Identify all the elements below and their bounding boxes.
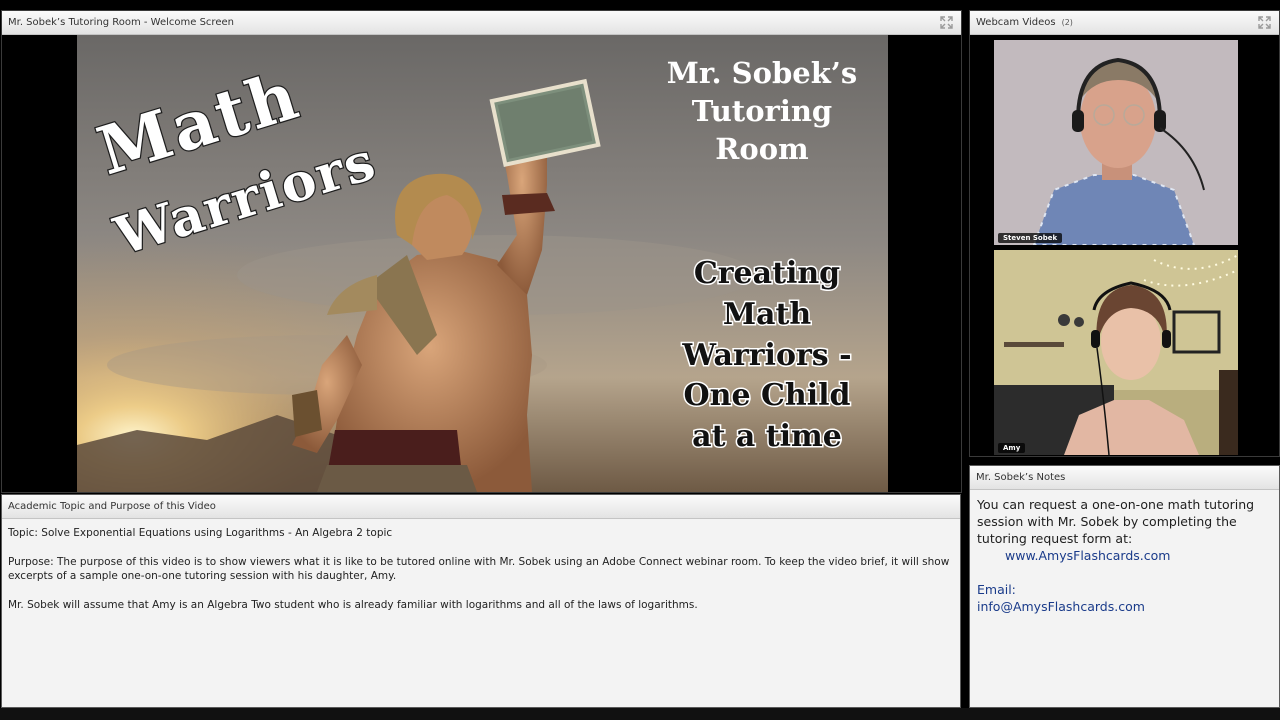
notes-pod-title: Mr. Sobek’s Notes (976, 472, 1066, 483)
topic-text: Topic: Solve Exponential Equations using… (8, 527, 393, 539)
tagline-line-2: Math (723, 297, 812, 332)
notes-intro-text: You can request a one-on-one math tutori… (977, 497, 1255, 546)
webcam-name-amy: Amy (998, 443, 1026, 453)
share-content-area: Math Warriors Mr. Sobek’s Tutoring Room … (2, 35, 961, 492)
topic-notes-pod: Academic Topic and Purpose of this Video… (1, 494, 961, 708)
assumption-text: Mr. Sobek will assume that Amy is an Alg… (8, 599, 698, 611)
fullscreen-icon[interactable] (1258, 16, 1271, 29)
webcam-feed-steven[interactable]: Steven Sobek (994, 40, 1238, 245)
room-title-line-1: Mr. Sobek’s (667, 56, 857, 90)
room-title-line-3: Room (715, 132, 809, 166)
share-pod: Mr. Sobek’s Tutoring Room - Welcome Scre… (1, 10, 962, 493)
tagline-line-5: at a time (692, 419, 842, 454)
adobe-connect-room: Mr. Sobek’s Tutoring Room - Welcome Scre… (0, 0, 1280, 720)
notes-pod-header: Mr. Sobek’s Notes (970, 466, 1279, 490)
webcam-pod: Webcam Videos (2) Steven Sobek Amy (969, 10, 1280, 457)
tagline-line-3: Warriors - (681, 338, 851, 373)
webcam-pod-header: Webcam Videos (2) (970, 11, 1279, 35)
email-label: Email: (977, 582, 1016, 597)
webcam-feed-amy[interactable]: Amy (994, 250, 1238, 455)
share-pod-title: Mr. Sobek’s Tutoring Room - Welcome Scre… (8, 17, 234, 28)
bottom-bar (0, 708, 1280, 720)
share-pod-header: Mr. Sobek’s Tutoring Room - Welcome Scre… (2, 11, 961, 35)
webcam-video-steven (994, 40, 1238, 245)
email-link[interactable]: info@AmysFlashcards.com (977, 598, 1272, 615)
room-title-line-2: Tutoring (692, 94, 832, 128)
website-link[interactable]: www.AmysFlashcards.com (977, 547, 1272, 564)
topic-pod-header: Academic Topic and Purpose of this Video (2, 495, 960, 519)
topic-notes-content[interactable]: Topic: Solve Exponential Equations using… (2, 519, 960, 634)
webcam-pod-title: Webcam Videos (976, 17, 1056, 28)
notes-content[interactable]: You can request a one-on-one math tutori… (970, 490, 1279, 621)
sobek-notes-pod: Mr. Sobek’s Notes You can request a one-… (969, 465, 1280, 708)
tagline-line-4: One Child (684, 378, 851, 413)
fullscreen-icon[interactable] (940, 16, 953, 29)
webcam-video-amy (994, 250, 1238, 455)
purpose-text: Purpose: The purpose of this video is to… (8, 556, 950, 582)
welcome-slide: Math Warriors Mr. Sobek’s Tutoring Room … (77, 35, 888, 492)
topic-pod-title: Academic Topic and Purpose of this Video (8, 501, 216, 512)
webcam-name-steven: Steven Sobek (998, 233, 1063, 243)
webcam-count: (2) (1061, 18, 1073, 27)
tagline-line-1: Creating (694, 256, 840, 291)
